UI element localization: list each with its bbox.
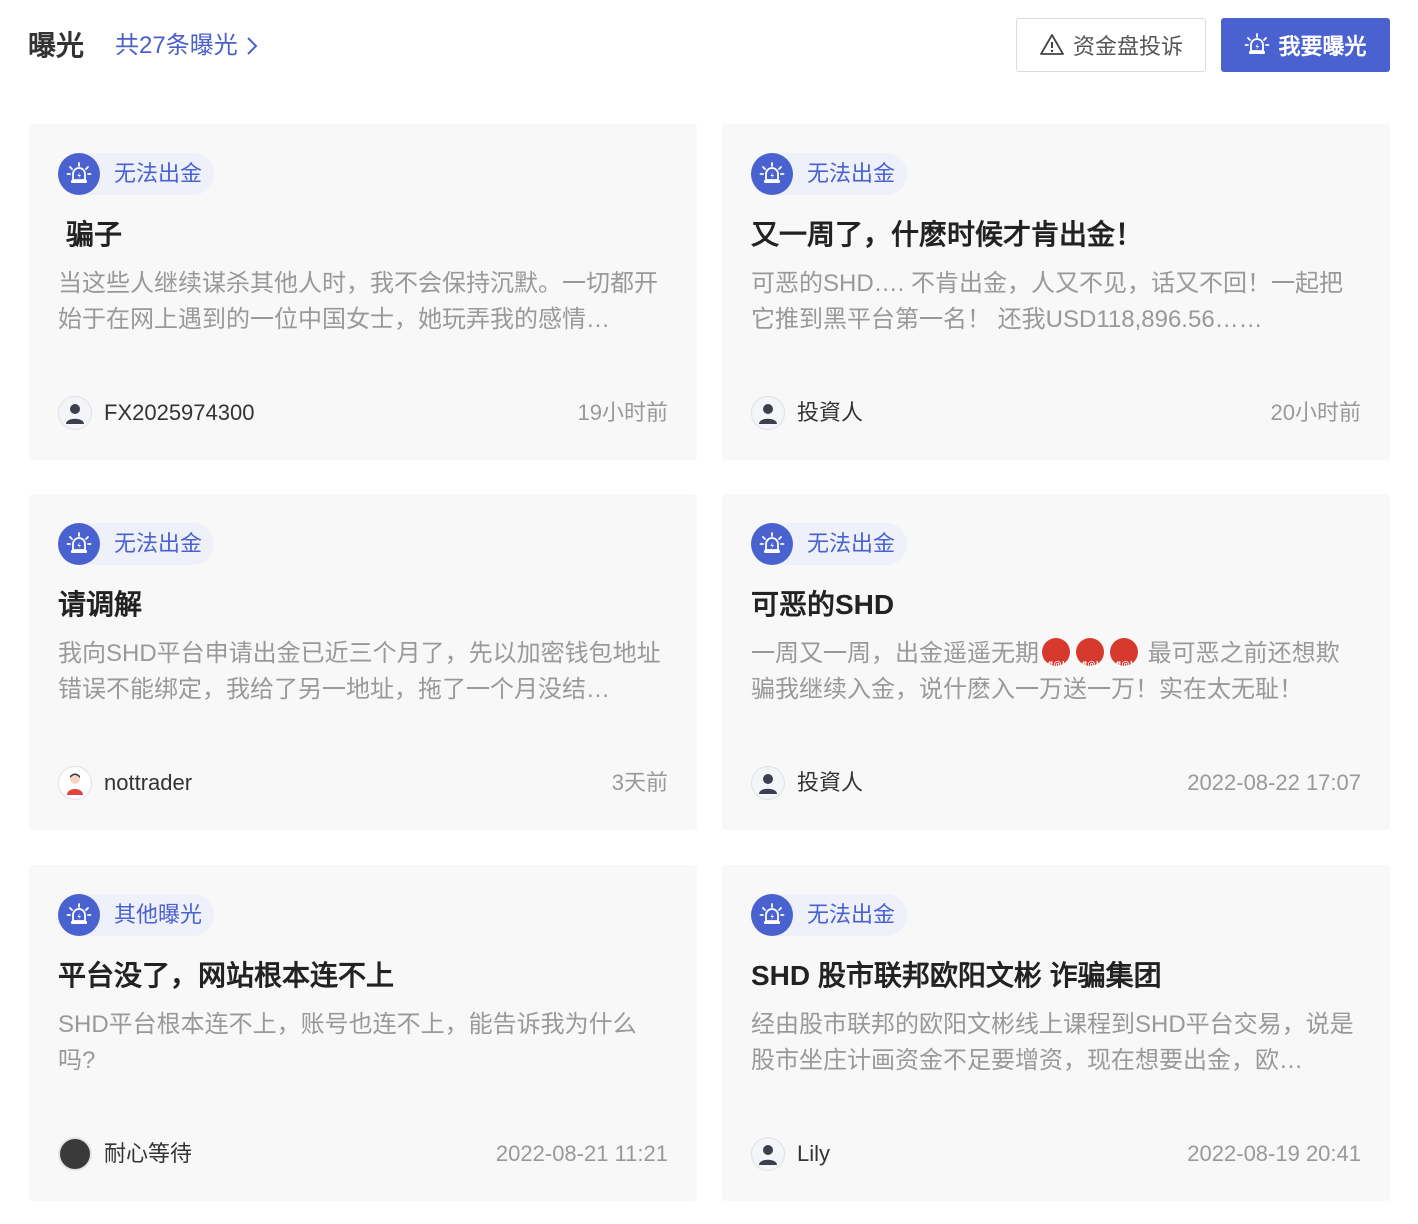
category-tag: 其他曝光: [58, 894, 215, 936]
post-time: 19小时前: [577, 400, 668, 425]
category-label: 无法出金: [807, 161, 896, 186]
card-summary: SHD平台根本连不上，账号也连不上，能告诉我为什么吗?: [58, 1011, 637, 1074]
card-title[interactable]: SHD 股市联邦欧阳文彬 诈骗集团: [751, 957, 1162, 995]
author-name: Lily: [797, 1141, 831, 1166]
author-name: 投資人: [797, 400, 864, 425]
card-summary: 经由股市联邦的欧阳文彬线上课程到SHD平台交易，说是股市坐庄计画资金不足要增资，…: [751, 1011, 1354, 1074]
chevron-right-icon: [246, 37, 258, 55]
alarm-icon: [751, 153, 793, 195]
alarm-icon: [1244, 32, 1270, 58]
card-summary: 可恶的SHD…. 不肯出金，人又不见，话又不回！一起把它推到黑平台第一名！ 还我…: [751, 270, 1344, 333]
user-avatar-icon: [58, 396, 92, 430]
page-header: 曝光 共27条曝光 资金盘投诉 我要曝光: [0, 0, 1418, 92]
post-time: 2022-08-21 11:21: [495, 1141, 668, 1166]
post-time: 2022-08-19 20:41: [1187, 1141, 1361, 1166]
author-name: 耐心等待: [104, 1141, 193, 1166]
card-summary: 一周又一周，出金遥遥无期 最可恶之前还想欺骗我继续入金，说什麽入一万送一万！实在…: [751, 636, 1363, 708]
alarm-icon: [58, 153, 100, 195]
total-exposures-label: 共27条曝光: [115, 32, 238, 59]
fund-scheme-complaint-button[interactable]: 资金盘投诉: [1016, 18, 1206, 72]
user-avatar-icon: [751, 1137, 785, 1171]
category-tag: 无法出金: [751, 523, 908, 565]
alarm-icon: [751, 523, 793, 565]
card-summary: 当这些人继续谋杀其他人时，我不会保持沉默。一切都开始于在网上遇到的一位中国女士，…: [58, 270, 658, 333]
angry-emoji-icon: [1110, 638, 1138, 683]
summary-text: 一周又一周，出金遥遥无期: [751, 640, 1039, 667]
author-info: 耐心等待: [58, 1137, 192, 1171]
dark-avatar-icon: [58, 1137, 92, 1171]
author-name: 投資人: [797, 770, 864, 795]
alarm-icon: [58, 894, 100, 936]
author-name: FX2025974300: [104, 400, 255, 425]
author-info: nottrader: [58, 766, 192, 800]
author-info: FX2025974300: [58, 396, 254, 430]
user-avatar-icon: [751, 766, 785, 800]
person-avatar-icon: [58, 766, 92, 800]
category-tag: 无法出金: [751, 153, 908, 195]
category-label: 无法出金: [807, 902, 896, 927]
card-title[interactable]: 骗子: [66, 216, 122, 254]
card-title[interactable]: 平台没了，网站根本连不上: [58, 957, 394, 995]
angry-emoji-icon: [1076, 638, 1104, 683]
complaint-button-label: 资金盘投诉: [1072, 34, 1183, 59]
page-title: 曝光: [28, 30, 85, 61]
category-tag: 无法出金: [58, 523, 215, 565]
card-summary: 我向SHD平台申请出金已近三个月了，先以加密钱包地址错误不能绑定，我给了另一地址…: [58, 640, 661, 703]
card-title[interactable]: 可恶的SHD: [751, 586, 894, 624]
exposure-card[interactable]: 无法出金 SHD 股市联邦欧阳文彬 诈骗集团 经由股市联邦的欧阳文彬线上课程到S…: [722, 865, 1390, 1201]
post-time: 20小时前: [1270, 400, 1361, 425]
warning-icon: [1040, 34, 1064, 55]
submit-exposure-button[interactable]: 我要曝光: [1221, 18, 1390, 72]
author-info: 投資人: [751, 766, 863, 800]
user-avatar-icon: [751, 396, 785, 430]
exposure-card[interactable]: 无法出金 骗子 当这些人继续谋杀其他人时，我不会保持沉默。一切都开始于在网上遇到…: [29, 124, 697, 460]
category-tag: 无法出金: [751, 894, 908, 936]
alarm-icon: [751, 894, 793, 936]
alarm-icon: [58, 523, 100, 565]
exposure-card[interactable]: 无法出金 又一周了，什麽时候才肯出金！ 可恶的SHD…. 不肯出金，人又不见，话…: [722, 124, 1390, 460]
post-time: 3天前: [611, 770, 668, 795]
card-title[interactable]: 又一周了，什麽时候才肯出金！: [751, 216, 1143, 254]
exposure-card[interactable]: 其他曝光 平台没了，网站根本连不上 SHD平台根本连不上，账号也连不上，能告诉我…: [29, 865, 697, 1201]
category-label: 无法出金: [807, 531, 896, 556]
card-title[interactable]: 请调解: [58, 586, 142, 624]
total-exposures-link[interactable]: 共27条曝光: [115, 30, 260, 62]
category-tag: 无法出金: [58, 153, 215, 195]
category-label: 无法出金: [114, 531, 203, 556]
category-label: 其他曝光: [114, 902, 203, 927]
exposure-card[interactable]: 无法出金 可恶的SHD 一周又一周，出金遥遥无期 最可恶之前还想欺骗我继续入金，…: [722, 494, 1390, 830]
author-info: Lily: [751, 1137, 830, 1171]
category-label: 无法出金: [114, 161, 203, 186]
author-info: 投資人: [751, 396, 863, 430]
author-name: nottrader: [104, 770, 193, 795]
angry-emoji-icon: [1042, 638, 1070, 683]
post-time: 2022-08-22 17:07: [1187, 770, 1361, 795]
exposure-card[interactable]: 无法出金 请调解 我向SHD平台申请出金已近三个月了，先以加密钱包地址错误不能绑…: [29, 494, 697, 830]
expose-button-label: 我要曝光: [1278, 34, 1367, 59]
